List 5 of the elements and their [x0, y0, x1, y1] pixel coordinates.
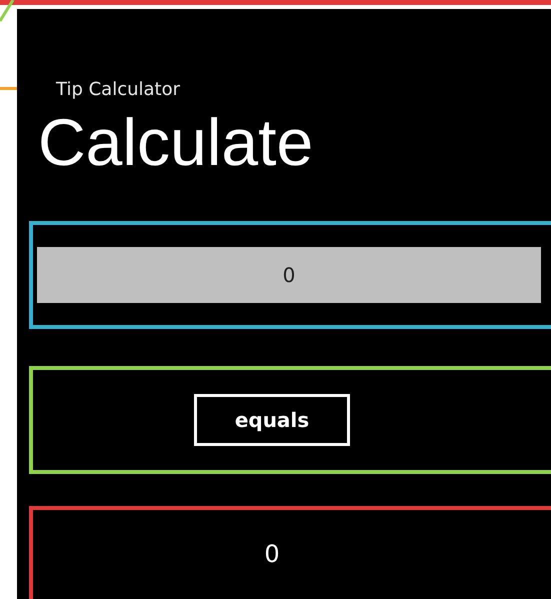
equals-button[interactable]: equals	[194, 394, 350, 446]
page-title: Calculate	[38, 104, 314, 181]
result-text: 0	[264, 540, 280, 568]
amount-field[interactable]: 0	[37, 247, 541, 303]
app-title: Tip Calculator	[56, 79, 181, 100]
